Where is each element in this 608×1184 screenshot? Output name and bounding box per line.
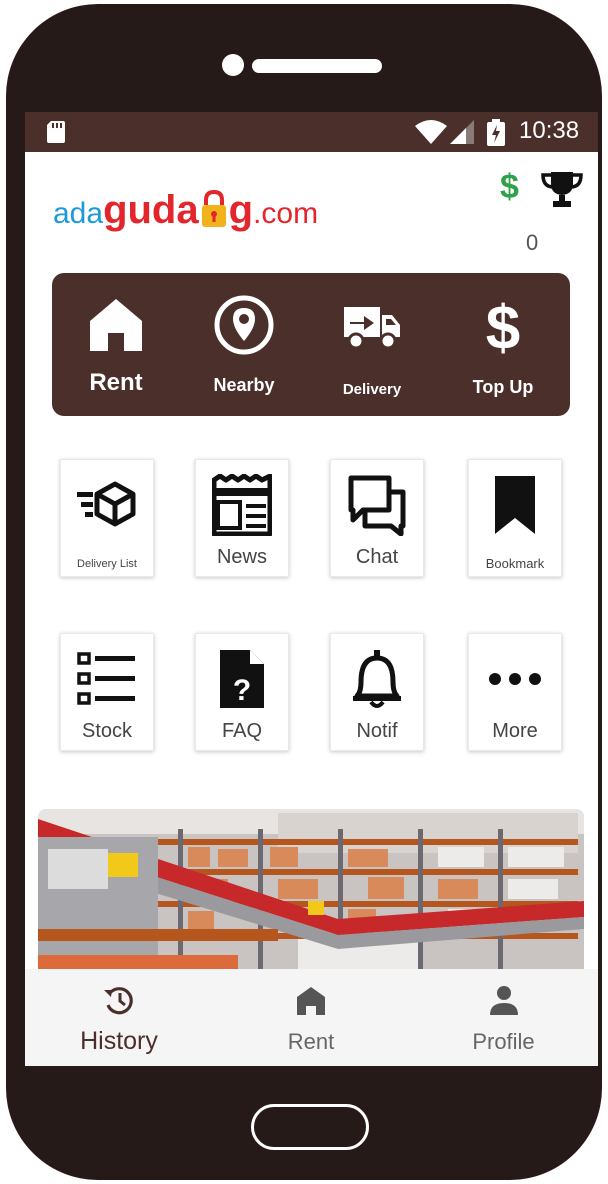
wifi-icon (415, 120, 447, 144)
tile-faq[interactable]: ? FAQ (195, 633, 289, 751)
tile-label: News (216, 546, 267, 568)
newspaper-icon (212, 474, 272, 536)
tile-label: Delivery List (77, 558, 137, 570)
tile-label: Chat (355, 546, 399, 568)
nav-rent-button[interactable]: Rent (213, 969, 409, 1066)
trophy-icon[interactable] (541, 170, 583, 208)
dollar-icon: $ (486, 295, 520, 355)
app-screen: 10:38 adaguda g.com $ 0 Rent Nearby Deli… (25, 112, 598, 1066)
tile-chat[interactable]: Chat (330, 459, 424, 577)
tile-label: Stock (81, 720, 133, 742)
chat-icon (348, 475, 406, 536)
home-icon (297, 987, 325, 1015)
home-button[interactable] (251, 1104, 369, 1150)
delivery-box-icon (77, 481, 136, 527)
nav-history-button[interactable]: History (25, 969, 213, 1066)
menu-delivery-button[interactable]: Delivery (308, 273, 436, 416)
tile-more[interactable]: More (468, 633, 562, 751)
history-icon (104, 987, 133, 1015)
speaker-grille (252, 59, 382, 73)
nav-label: Rent (287, 1029, 335, 1054)
app-logo: adaguda g.com (53, 188, 319, 232)
main-menu-card: Rent Nearby Delivery $ Top Up (52, 273, 570, 416)
bottom-navigation: History Rent Profile (25, 969, 598, 1066)
menu-label: Delivery (342, 381, 402, 398)
warehouse-banner-image[interactable] (38, 809, 584, 979)
tile-label: FAQ (221, 720, 262, 742)
tile-label: Notif (356, 720, 398, 742)
nav-label: History (80, 1027, 158, 1055)
tile-stock[interactable]: Stock (60, 633, 154, 751)
menu-topup-button[interactable]: $ Top Up (436, 273, 570, 416)
home-icon (90, 299, 142, 351)
menu-rent-button[interactable]: Rent (52, 273, 180, 416)
location-pin-icon (214, 295, 274, 355)
status-time: 10:38 (519, 117, 580, 144)
points-count: 0 (526, 230, 539, 255)
list-icon (77, 652, 135, 705)
menu-label: Nearby (213, 375, 275, 395)
tile-label: Bookmark (485, 556, 545, 571)
faq-document-icon: ? (220, 650, 264, 708)
more-icon (489, 673, 541, 685)
tile-notif[interactable]: Notif (330, 633, 424, 751)
bell-icon (353, 650, 401, 708)
battery-charging-icon (487, 119, 505, 146)
menu-label: Top Up (472, 377, 534, 397)
status-bar: 10:38 (25, 112, 598, 152)
person-icon (489, 986, 518, 1015)
tile-news[interactable]: News (195, 459, 289, 577)
nav-label: Profile (472, 1029, 535, 1054)
menu-label: Rent (89, 369, 143, 396)
tile-label: More (492, 720, 538, 742)
svg-text:$: $ (486, 295, 520, 355)
wallet-dollar-icon[interactable]: $ (500, 168, 519, 207)
lock-icon (201, 189, 226, 227)
bookmark-icon (495, 476, 535, 534)
truck-icon (344, 307, 400, 350)
tile-delivery-list[interactable]: Delivery List (60, 459, 154, 577)
tile-bookmark[interactable]: Bookmark (468, 459, 562, 577)
camera-dot (222, 54, 244, 76)
svg-text:?: ? (233, 674, 251, 707)
signal-icon (450, 120, 474, 144)
nav-profile-button[interactable]: Profile (409, 969, 598, 1066)
menu-nearby-button[interactable]: Nearby (180, 273, 308, 416)
sd-card-icon (47, 121, 65, 143)
